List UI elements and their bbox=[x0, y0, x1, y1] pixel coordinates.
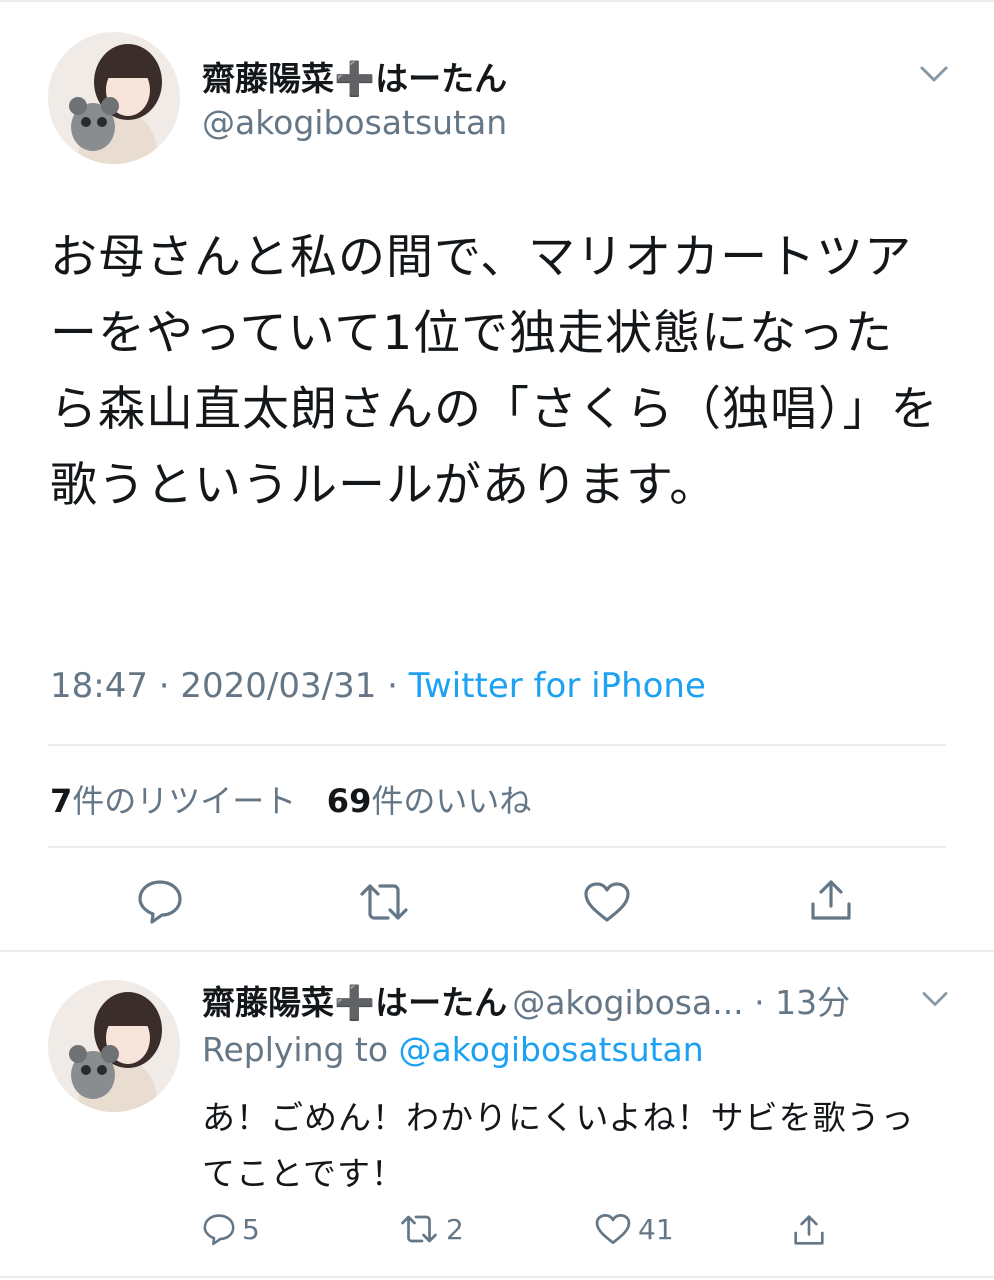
retweets-label: 件のリツイート bbox=[72, 782, 297, 820]
retweets-count: 7 bbox=[50, 782, 73, 820]
section-divider bbox=[0, 950, 994, 952]
avatar-image bbox=[48, 980, 180, 1112]
bottom-divider bbox=[0, 1276, 994, 1278]
reply-avatar[interactable] bbox=[48, 980, 180, 1112]
divider bbox=[48, 744, 946, 746]
top-divider bbox=[0, 0, 994, 2]
like-count: 41 bbox=[638, 1212, 674, 1246]
reply-display-name[interactable]: 齋藤陽菜➕はーたん bbox=[202, 983, 507, 1022]
replying-to-mention[interactable]: @akogibosatsutan bbox=[399, 1030, 704, 1069]
divider bbox=[48, 846, 946, 848]
reply-button[interactable] bbox=[136, 878, 184, 924]
reply-like-button[interactable]: 41 bbox=[594, 1212, 674, 1246]
share-icon bbox=[794, 1215, 824, 1245]
share-icon bbox=[811, 880, 851, 920]
reply-handle[interactable]: @akogibosa... bbox=[512, 983, 743, 1022]
share-button[interactable] bbox=[808, 876, 854, 924]
avatar-image bbox=[48, 32, 180, 164]
reply-timestamp: · 13分 bbox=[743, 983, 851, 1022]
likes-count: 69 bbox=[326, 782, 372, 820]
chevron-down-icon[interactable] bbox=[920, 988, 950, 1010]
retweet-icon bbox=[360, 884, 408, 920]
tweet-source-link[interactable]: Twitter for iPhone bbox=[409, 666, 706, 706]
display-name[interactable]: 齋藤陽菜➕はーたん bbox=[202, 52, 507, 100]
reply-count: 5 bbox=[242, 1212, 260, 1246]
replying-to: Replying to @akogibosatsutan bbox=[202, 1030, 704, 1069]
retweets-stat[interactable]: 7件のリツイート bbox=[50, 782, 296, 820]
reply-icon bbox=[203, 1214, 235, 1246]
heart-icon bbox=[595, 1213, 631, 1245]
user-handle[interactable]: @akogibosatsutan bbox=[202, 103, 507, 142]
likes-stat[interactable]: 69件のいいね bbox=[327, 782, 532, 820]
retweet-count: 2 bbox=[446, 1212, 464, 1246]
replying-to-label: Replying to bbox=[202, 1030, 399, 1069]
retweet-button[interactable] bbox=[356, 880, 412, 924]
avatar[interactable] bbox=[48, 32, 180, 164]
reply-header: 齋藤陽菜➕はーたん @akogibosa... · 13分 bbox=[202, 976, 850, 1024]
tweet-timestamp: 18:47 · 2020/03/31 · bbox=[50, 666, 409, 706]
tweet-meta: 18:47 · 2020/03/31 · Twitter for iPhone bbox=[50, 666, 706, 706]
heart-icon bbox=[584, 882, 630, 922]
reply-text: あ！ごめん！わかりにくいよね！サビを歌うってことです！ bbox=[202, 1098, 915, 1193]
reply-share-button[interactable] bbox=[792, 1212, 826, 1248]
tweet-text: お母さんと私の間で、マリオカートツアーをやっていて1位で独走状態になったら森山直… bbox=[50, 230, 939, 513]
tweet-stats: 7件のリツイート 69件のいいね bbox=[50, 776, 531, 822]
reply-icon bbox=[138, 880, 182, 924]
chevron-down-icon[interactable] bbox=[918, 62, 950, 86]
like-button[interactable] bbox=[582, 880, 632, 924]
likes-label: 件のいいね bbox=[371, 782, 532, 820]
reply-reply-button[interactable]: 5 bbox=[202, 1212, 260, 1246]
reply-retweet-button[interactable]: 2 bbox=[398, 1212, 464, 1246]
retweet-icon bbox=[401, 1215, 437, 1243]
